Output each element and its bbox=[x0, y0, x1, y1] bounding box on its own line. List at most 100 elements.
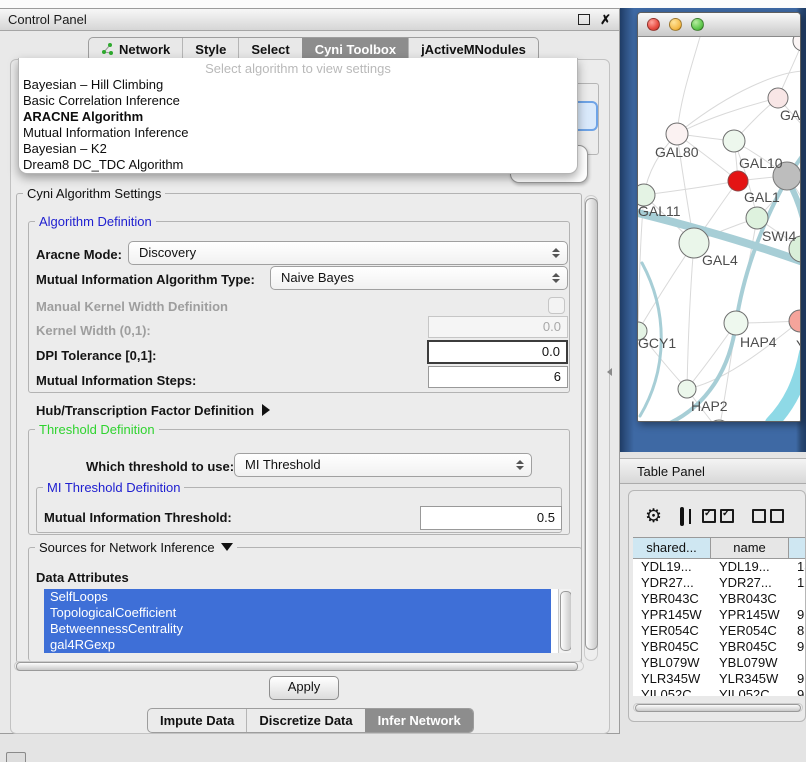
kernel-width-label: Kernel Width (0,1): bbox=[36, 323, 151, 338]
tab-infer-network[interactable]: Infer Network bbox=[365, 709, 473, 732]
algorithm-option[interactable]: Bayesian – K2 bbox=[19, 141, 577, 157]
close-icon[interactable]: ✗ bbox=[600, 15, 611, 25]
network-icon bbox=[101, 42, 114, 58]
scrollbar-thumb[interactable] bbox=[585, 198, 598, 650]
table-row[interactable]: YBR045CYBR045C9. bbox=[633, 639, 806, 655]
mi-threshold-input[interactable]: 0.5 bbox=[420, 506, 562, 530]
bottom-tabbar: Impute Data Discretize Data Infer Networ… bbox=[147, 708, 474, 733]
table-cell: YPR145W bbox=[711, 607, 789, 623]
network-canvas[interactable]: GAL7 GAL80 GAL10 GAL1 GAL11 SWI4 GAL4 GC… bbox=[638, 37, 800, 422]
node-table: shared... name A YDL19...YDL19...13YDR27… bbox=[633, 537, 806, 696]
table-row[interactable]: YDR27...YDR27...12 bbox=[633, 575, 806, 591]
manual-kernel-label: Manual Kernel Width Definition bbox=[36, 299, 228, 314]
group-title: Cyni Algorithm Settings bbox=[23, 186, 165, 201]
network-window-titlebar bbox=[638, 13, 800, 37]
table-row[interactable]: YBL079WYBL079W bbox=[633, 655, 806, 671]
node-label: GAL10 bbox=[739, 155, 783, 171]
algorithm-option[interactable]: Bayesian – Hill Climbing bbox=[19, 77, 577, 93]
mi-type-label: Mutual Information Algorithm Type: bbox=[36, 272, 255, 287]
minimize-traffic-light-icon[interactable] bbox=[669, 18, 682, 31]
tab-impute-data[interactable]: Impute Data bbox=[148, 709, 246, 732]
mi-steps-input[interactable]: 6 bbox=[428, 366, 568, 388]
sources-toggle[interactable]: Sources for Network Inference bbox=[35, 540, 237, 555]
close-traffic-light-icon[interactable] bbox=[647, 18, 660, 31]
column-header-shared-name[interactable]: shared... bbox=[633, 538, 711, 558]
settings-horizontal-scrollbar[interactable] bbox=[14, 661, 584, 671]
table-cell: YBR043C bbox=[711, 591, 789, 607]
table-cell: 9. bbox=[789, 607, 806, 623]
node-gal80[interactable] bbox=[666, 123, 688, 145]
aracne-mode-select[interactable]: Discovery bbox=[128, 241, 568, 265]
algorithm-option[interactable]: Dream8 DC_TDC Algorithm bbox=[19, 157, 577, 173]
tab-discretize-data[interactable]: Discretize Data bbox=[246, 709, 364, 732]
scrollbar-thumb[interactable] bbox=[635, 704, 801, 712]
control-panel-title: Control Panel bbox=[8, 12, 578, 27]
apply-button[interactable]: Apply bbox=[269, 676, 339, 700]
node-label: GAL1 bbox=[744, 189, 780, 205]
stepper-icon bbox=[516, 460, 524, 470]
settings-vertical-scrollbar[interactable] bbox=[584, 195, 598, 661]
node-gal10[interactable] bbox=[723, 130, 745, 152]
collapsed-panel-icon[interactable] bbox=[6, 752, 26, 762]
tab-label: Cyni Toolbox bbox=[315, 42, 396, 57]
table-row[interactable]: YDL19...YDL19...13 bbox=[633, 559, 806, 575]
data-attributes-list[interactable]: SelfLoopsTopologicalCoefficientBetweenne… bbox=[44, 589, 571, 653]
table-horizontal-scrollbar[interactable] bbox=[633, 703, 803, 712]
table-row[interactable]: YBR043CYBR043C bbox=[633, 591, 806, 607]
table-cell: YBR045C bbox=[633, 639, 711, 655]
panel-resize-grip-icon[interactable] bbox=[607, 368, 612, 376]
table-toolbar: ⚙ bbox=[629, 499, 805, 533]
table-row[interactable]: YPR145WYPR145W9. bbox=[633, 607, 806, 623]
node-label: GCY1 bbox=[638, 335, 676, 351]
scrollbar-thumb[interactable] bbox=[560, 591, 571, 651]
tab-label: Impute Data bbox=[160, 713, 234, 728]
table-panel-titlebar: Table Panel bbox=[620, 458, 806, 484]
deselect-all-checkboxes-icon[interactable] bbox=[752, 509, 784, 523]
table-cell: YBL079W bbox=[633, 655, 711, 671]
attribute-list-item[interactable]: TopologicalCoefficient bbox=[44, 605, 551, 621]
algorithm-option[interactable]: Mutual Information Inference bbox=[19, 125, 577, 141]
table-row[interactable]: YER054CYER054C8. bbox=[633, 623, 806, 639]
table-cell: YDL19... bbox=[633, 559, 711, 575]
group-title: MI Threshold Definition bbox=[43, 480, 184, 495]
node[interactable] bbox=[793, 37, 800, 51]
node-hap4[interactable] bbox=[724, 311, 748, 335]
algorithm-option[interactable]: ARACNE Algorithm bbox=[19, 109, 577, 125]
group-title: Threshold Definition bbox=[35, 422, 159, 437]
node[interactable] bbox=[708, 420, 730, 422]
attributes-scrollbar[interactable] bbox=[558, 589, 571, 653]
column-visibility-icon[interactable] bbox=[680, 507, 684, 526]
network-view-window: GAL7 GAL80 GAL10 GAL1 GAL11 SWI4 GAL4 GC… bbox=[637, 12, 801, 422]
attribute-list-item[interactable]: BetweennessCentrality bbox=[44, 621, 551, 637]
mi-algorithm-type-select[interactable]: Naive Bayes bbox=[270, 266, 568, 290]
dpi-tolerance-input[interactable]: 0.0 bbox=[427, 340, 568, 364]
expand-right-icon bbox=[262, 404, 270, 416]
kernel-width-input[interactable]: 0.0 bbox=[428, 316, 568, 338]
node-gal1-red[interactable] bbox=[728, 171, 748, 191]
settings-gear-icon[interactable]: ⚙ bbox=[645, 507, 662, 526]
node-hap2[interactable] bbox=[678, 380, 696, 398]
table-cell: YER054C bbox=[711, 623, 789, 639]
tab-label: jActiveMNodules bbox=[421, 42, 526, 57]
hub-definition-label: Hub/Transcription Factor Definition bbox=[36, 403, 254, 418]
table-cell: YDL19... bbox=[711, 559, 789, 575]
table-panel-window: ⚙ shared... name A YDL19...YDL19...13YDR… bbox=[628, 490, 806, 722]
table-cell: YDR27... bbox=[633, 575, 711, 591]
node-swi4[interactable] bbox=[746, 207, 768, 229]
hub-definition-toggle[interactable]: Hub/Transcription Factor Definition bbox=[36, 403, 270, 418]
algorithm-option[interactable]: Basic Correlation Inference bbox=[19, 93, 577, 109]
table-row[interactable]: YLR345WYLR345W9. bbox=[633, 671, 806, 687]
float-window-icon[interactable] bbox=[578, 14, 590, 25]
attribute-list-item[interactable]: gal4RGexp bbox=[44, 637, 551, 653]
node[interactable] bbox=[768, 88, 788, 108]
select-all-checkboxes-icon[interactable] bbox=[702, 509, 734, 523]
column-header-partial[interactable]: A bbox=[789, 538, 806, 558]
which-threshold-select[interactable]: MI Threshold bbox=[234, 453, 532, 477]
table-row[interactable]: YIL052CYIL052C9 bbox=[633, 687, 806, 696]
manual-kernel-checkbox[interactable] bbox=[548, 297, 565, 314]
zoom-traffic-light-icon[interactable] bbox=[691, 18, 704, 31]
attribute-list-item[interactable]: SelfLoops bbox=[44, 589, 551, 605]
scrollbar-thumb[interactable] bbox=[16, 662, 578, 671]
column-header-name[interactable]: name bbox=[711, 538, 789, 558]
node-label: GAL80 bbox=[655, 144, 699, 160]
